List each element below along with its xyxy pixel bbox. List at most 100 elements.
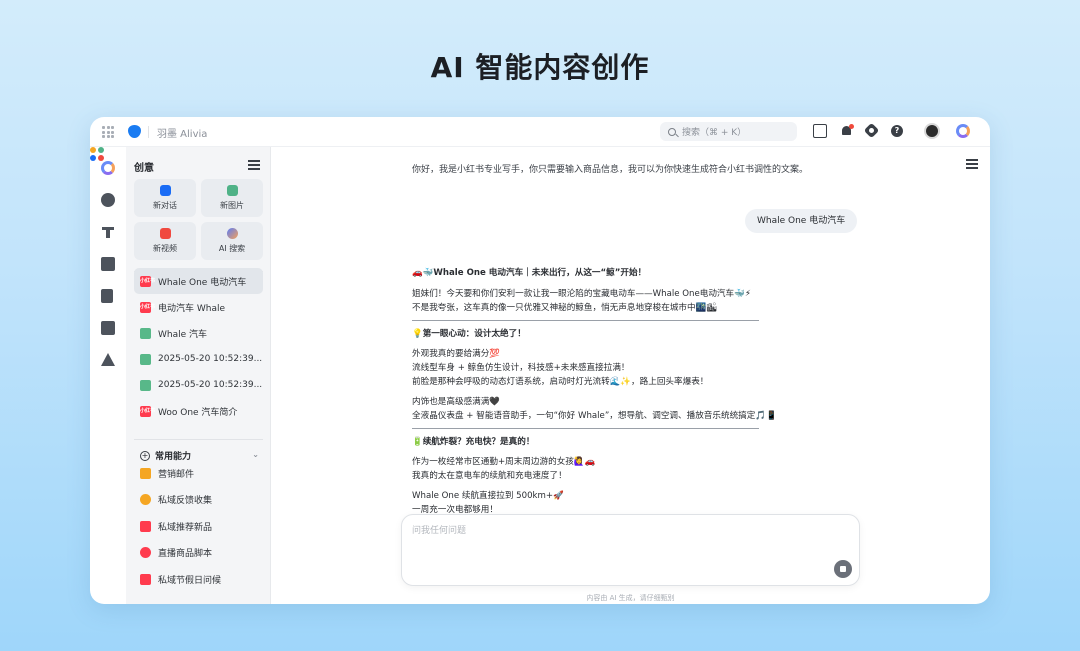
quick-action-label: AI 搜索: [218, 244, 246, 253]
answer-line: 内饰也是高级感满满🖤: [412, 397, 501, 407]
collapse-sidebar-icon[interactable]: [248, 160, 260, 170]
assistant-intro: 你好，我是小红书专业写手，你只需要输入商品信息，我可以为你快速生成符合小红书调性…: [412, 165, 809, 175]
chat-panel: 你好，我是小红书专业写手，你只需要输入商品信息，我可以为你快速生成符合小红书调性…: [271, 147, 990, 604]
chat-input-placeholder: 问我任何问题: [412, 526, 467, 536]
history-item[interactable]: 小红书 Whale One 电动汽车: [134, 268, 263, 294]
chat-icon: [159, 185, 171, 196]
capability-label: 私域节假日问候: [158, 575, 222, 586]
answer-divider: [412, 428, 759, 429]
xiaohongshu-icon: 小红书: [140, 405, 155, 417]
document-icon: [140, 379, 151, 391]
capabilities-list: 营销邮件 私域反馈收集 私域推荐新品 直播商品脚本 私域节假日问候: [134, 460, 263, 593]
apps-icon[interactable]: [90, 147, 104, 161]
capability-item[interactable]: 私域节假日问候: [134, 566, 263, 593]
sidebar: 创意 新对话 新图片 新视频 AI 搜索 小红书 Whale One 电动汽车 …: [126, 147, 271, 604]
chat-nav-icon[interactable]: [101, 193, 115, 207]
section-title: 💡第一眼心动：设计太绝了！: [412, 329, 526, 339]
message-nav-icon[interactable]: [101, 321, 115, 335]
bell-icon[interactable]: [840, 124, 854, 138]
holiday-icon: [140, 573, 151, 585]
history-item-label: 2025-05-20 10:52:39...: [158, 380, 263, 390]
assistant-answer: 🚗🐳Whale One 电动汽车｜未来出行，从这一“鲸”开始！ 姐妹们！今天要和…: [412, 267, 777, 518]
ai-disclaimer: 内容由 AI 生成，请仔细甄别: [586, 594, 675, 602]
answer-divider: [412, 320, 759, 321]
capability-label: 私域推荐新品: [158, 522, 213, 533]
answer-line: 流线型车身 + 鲸鱼仿生设计，科技感+未来感直接拉满！: [412, 363, 630, 373]
plus-icon: +: [140, 450, 150, 461]
calendar-nav-icon[interactable]: [101, 257, 115, 271]
answer-line: 全液晶仪表盘 + 智能语音助手，一句“你好 Whale”，想导航、调空调、播放音…: [412, 411, 777, 421]
capability-item[interactable]: 营销邮件: [134, 460, 263, 487]
search-input[interactable]: 搜索（⌘ + K）: [660, 122, 797, 141]
history-item-label: Whale One 电动汽车: [158, 277, 247, 288]
nav-rail: [90, 147, 126, 604]
divider: [148, 126, 149, 138]
ai-search-icon: [226, 228, 238, 239]
xiaohongshu-icon: 小红书: [140, 275, 155, 287]
help-icon[interactable]: ?: [891, 125, 903, 137]
triangle-nav-icon[interactable]: [101, 353, 115, 366]
answer-line: 外观我真的要给满分💯: [412, 349, 501, 359]
xiaohongshu-icon: 小红书: [140, 301, 155, 313]
document-icon: [140, 353, 151, 365]
capability-label: 私域反馈收集: [158, 496, 213, 507]
capability-label: 直播商品脚本: [158, 549, 213, 560]
history-item[interactable]: 小红书 电动汽车 Whale: [134, 294, 263, 320]
top-bar: 羽墨 Alivia 搜索（⌘ + K） ?: [90, 117, 990, 147]
history-list: 小红书 Whale One 电动汽车 小红书 电动汽车 Whale Whale …: [134, 268, 263, 424]
search-icon: [668, 127, 676, 136]
chevron-down-icon[interactable]: ⌄: [252, 450, 259, 459]
recommend-icon: [140, 520, 151, 532]
ai-search-button[interactable]: AI 搜索: [201, 222, 263, 260]
app-window: 羽墨 Alivia 搜索（⌘ + K） ? 创意 新对话 新图片 新视频 AI …: [90, 117, 990, 604]
history-item[interactable]: 小红书 Woo One 汽车简介: [134, 398, 263, 424]
new-chat-button[interactable]: 新对话: [134, 179, 196, 217]
pin-nav-icon[interactable]: [101, 225, 115, 239]
notes-icon[interactable]: [813, 124, 827, 138]
divider: [134, 439, 263, 440]
search-placeholder: 搜索（⌘ + K）: [682, 128, 747, 138]
history-item-label: 2025-05-20 10:52:39...: [158, 354, 263, 364]
settings-icon[interactable]: [865, 124, 879, 138]
brand-nav-icon[interactable]: [101, 161, 115, 175]
history-item[interactable]: Whale 汽车: [134, 320, 263, 346]
answer-title: 🚗🐳Whale One 电动汽车｜未来出行，从这一“鲸”开始！: [412, 268, 647, 278]
answer-line: 姐妹们！今天要和你们安利一款让我一眼沦陷的宝藏电动车——Whale One电动汽…: [412, 289, 751, 299]
feedback-icon: [140, 494, 151, 506]
answer-line: Whale One 续航直接拉到 500km+🚀: [412, 491, 564, 501]
new-video-button[interactable]: 新视频: [134, 222, 196, 260]
answer-line: 前脸是那种会呼吸的动态灯语系统，启动时灯光流转🌊✨，路上回头率爆表！: [412, 377, 709, 387]
sidebar-header: 创意: [134, 163, 154, 174]
capability-item[interactable]: 直播商品脚本: [134, 540, 263, 567]
history-item-label: 电动汽车 Whale: [158, 303, 226, 314]
app-name: 羽墨 Alivia: [157, 129, 208, 140]
user-message: Whale One 电动汽车: [745, 209, 858, 233]
capability-label: 营销邮件: [158, 469, 195, 480]
document-nav-icon[interactable]: [101, 289, 113, 303]
quick-action-label: 新视频: [153, 244, 177, 253]
quick-action-label: 新图片: [220, 201, 244, 210]
history-item-label: Whale 汽车: [158, 329, 208, 340]
new-image-button[interactable]: 新图片: [201, 179, 263, 217]
video-icon: [159, 228, 171, 239]
history-item-label: Woo One 汽车简介: [158, 407, 238, 418]
app-grid-icon[interactable]: [102, 126, 114, 138]
panel-toggle-icon[interactable]: [966, 159, 978, 169]
chat-input[interactable]: 问我任何问题: [401, 514, 860, 586]
brand-icon[interactable]: [956, 124, 970, 138]
live-icon: [140, 547, 151, 559]
stop-generation-button[interactable]: [834, 560, 852, 578]
section-title: 🔋续航炸裂？充电快？是真的！: [412, 437, 535, 447]
history-item[interactable]: 2025-05-20 10:52:39...: [134, 346, 263, 372]
capability-item[interactable]: 私域推荐新品: [134, 513, 263, 540]
history-item[interactable]: 2025-05-20 10:52:39...: [134, 372, 263, 398]
answer-line: 我真的太在意电车的续航和充电速度了！: [412, 471, 567, 481]
avatar[interactable]: [924, 123, 940, 139]
page-title: AI 智能内容创作: [430, 51, 650, 84]
quick-actions: 新对话 新图片 新视频 AI 搜索: [134, 179, 263, 260]
app-logo-icon: [128, 125, 141, 138]
answer-line: 不是我夸张，这车真的像一只优雅又神秘的鲸鱼，悄无声息地穿梭在城市中🌃🏙: [412, 303, 718, 313]
mail-icon: [140, 467, 151, 479]
image-icon: [226, 185, 238, 196]
capability-item[interactable]: 私域反馈收集: [134, 487, 263, 514]
